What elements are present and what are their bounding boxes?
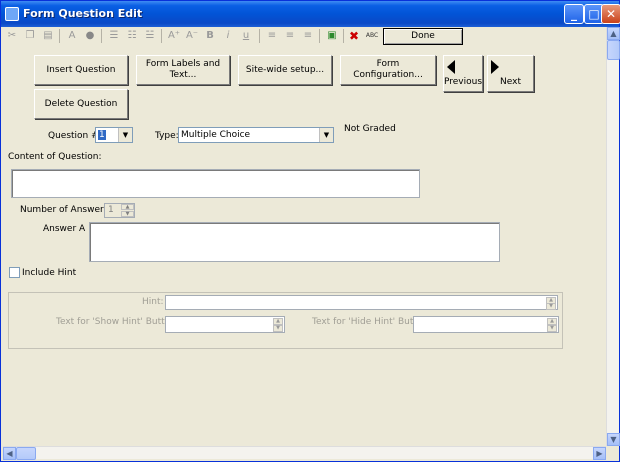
question-content-field[interactable] [11,169,420,198]
number-of-answers-label: Number of Answers [20,205,109,215]
font-icon[interactable]: A [65,29,79,43]
italic-icon[interactable]: i [221,29,235,43]
app-icon [5,7,19,21]
scroll-down-button[interactable]: ▼ [607,433,620,446]
align-right-icon[interactable]: ≡ [301,29,315,43]
previous-button[interactable]: Previous [443,55,483,92]
question-type-value: Multiple Choice [181,130,251,140]
close-icon: ✕ [605,7,617,21]
maximize-icon: □ [588,7,600,21]
superscript-icon[interactable]: A⁺ [167,29,181,43]
answer-a-label: Answer A [43,224,86,234]
close-button[interactable]: ✕ [601,4,620,24]
size-grip[interactable] [606,446,619,459]
window-title: Form Question Edit [23,7,143,20]
site-wide-setup-button[interactable]: Site-wide setup... [238,55,332,85]
bold-icon[interactable]: B [203,29,217,43]
next-button[interactable]: Next [487,55,534,92]
answer-a-field[interactable] [89,222,500,262]
previous-label: Previous [444,77,483,87]
chevron-down-icon[interactable]: ▼ [273,325,283,332]
hide-hint-field[interactable]: ▲ ▼ [413,316,559,333]
toolbar-divider [59,29,60,43]
scroll-left-button[interactable]: ◀ [3,447,16,460]
align-center-icon[interactable]: ≡ [283,29,297,43]
minimize-button[interactable]: _ [564,4,584,24]
toolbar-divider [101,29,102,43]
show-hint-field[interactable]: ▲ ▼ [165,316,285,333]
chevron-down-icon: ▼ [610,435,617,444]
content-label: Content of Question: [8,152,102,162]
form-labels-line2: Text... [169,70,197,80]
underline-icon[interactable]: u [239,29,253,43]
graded-status: Not Graded [344,124,396,134]
chevron-up-icon: ▲ [610,29,617,38]
align-left-icon[interactable]: ≡ [265,29,279,43]
arrow-left-icon [447,60,455,74]
chevron-up-icon[interactable]: ▲ [273,318,283,325]
minimize-icon: _ [571,7,577,21]
cut-icon[interactable]: ✂ [5,29,19,43]
copy-icon[interactable]: ❐ [23,29,37,43]
chevron-down-icon[interactable]: ▼ [319,128,333,142]
number-of-answers-stepper[interactable]: 1 ▲ ▼ [104,203,135,218]
next-label: Next [500,77,521,87]
chevron-up-icon[interactable]: ▲ [547,318,557,325]
toolbar-divider [319,29,320,43]
image-icon[interactable]: ▣ [325,29,339,43]
question-number-value: 1 [98,130,106,140]
vertical-scroll-thumb[interactable] [607,40,620,60]
vertical-scrollbar[interactable]: ▲ ▼ [606,27,620,446]
show-hint-label: Text for 'Show Hint' Button: [56,317,179,327]
question-number-select[interactable]: 1 ▼ [95,127,133,143]
chevron-down-icon[interactable]: ▼ [121,211,134,217]
toolbar-divider [343,29,344,43]
numbering-icon[interactable]: ☷ [125,29,139,43]
question-number-label: Question # [48,131,99,141]
type-label: Type: [155,131,179,141]
form-labels-line1: Form Labels and [145,59,221,69]
include-hint-label: Include Hint [22,268,77,278]
horizontal-scroll-thumb[interactable] [16,447,36,460]
hide-hint-scrollbar[interactable]: ▲ ▼ [547,318,557,332]
scroll-right-button[interactable]: ▶ [593,447,606,460]
chevron-left-icon: ◀ [6,449,13,458]
question-type-select[interactable]: Multiple Choice ▼ [178,127,334,143]
title-bar[interactable]: Form Question Edit _ □ ✕ [1,1,620,27]
chevron-down-icon[interactable]: ▼ [547,325,557,332]
chevron-down-icon[interactable]: ▼ [118,128,132,142]
hint-label: Hint: [142,297,164,307]
hint-group: Hint: ▲ ▼ Text for 'Show Hint' Button: ▲… [8,292,563,349]
form-configuration-button[interactable]: Form Configuration... [340,55,436,85]
subscript-icon[interactable]: A⁻ [185,29,199,43]
bullets-icon[interactable]: ☰ [107,29,121,43]
indent-icon[interactable]: ☱ [143,29,157,43]
hint-scrollbar[interactable]: ▲ ▼ [546,297,556,310]
paste-icon[interactable]: ▤ [41,29,55,43]
spellcheck-icon[interactable]: ABC [365,29,379,43]
chevron-down-icon[interactable]: ▼ [546,303,556,310]
formatting-toolbar: ✂ ❐ ▤ A ● ☰ ☷ ☱ A⁺ A⁻ B i u ≡ ≡ ≡ ▣ ✖ AB… [3,27,606,46]
question-number-selected: 1 [98,130,106,140]
include-hint-checkbox[interactable] [9,267,20,278]
horizontal-scrollbar[interactable]: ◀ ▶ [3,446,606,460]
form-question-edit-window: Form Question Edit _ □ ✕ ✂ ❐ ▤ A ● ☰ ☷ ☱… [0,0,620,462]
insert-question-button[interactable]: Insert Question [34,55,128,85]
form-labels-button[interactable]: Form Labels and Text... [136,55,230,85]
scroll-up-button[interactable]: ▲ [607,27,620,40]
done-button[interactable]: Done [383,28,463,45]
delete-icon[interactable]: ✖ [347,29,361,43]
chevron-up-icon[interactable]: ▲ [121,204,134,210]
delete-question-button[interactable]: Delete Question [34,89,128,119]
arrow-right-icon [491,60,499,74]
show-hint-scrollbar[interactable]: ▲ ▼ [273,318,283,332]
number-of-answers-value: 1 [108,205,114,215]
hint-field[interactable]: ▲ ▼ [165,295,558,310]
toolbar-divider [161,29,162,43]
toolbar-divider [259,29,260,43]
color-icon[interactable]: ● [83,29,97,43]
chevron-right-icon: ▶ [596,449,603,458]
